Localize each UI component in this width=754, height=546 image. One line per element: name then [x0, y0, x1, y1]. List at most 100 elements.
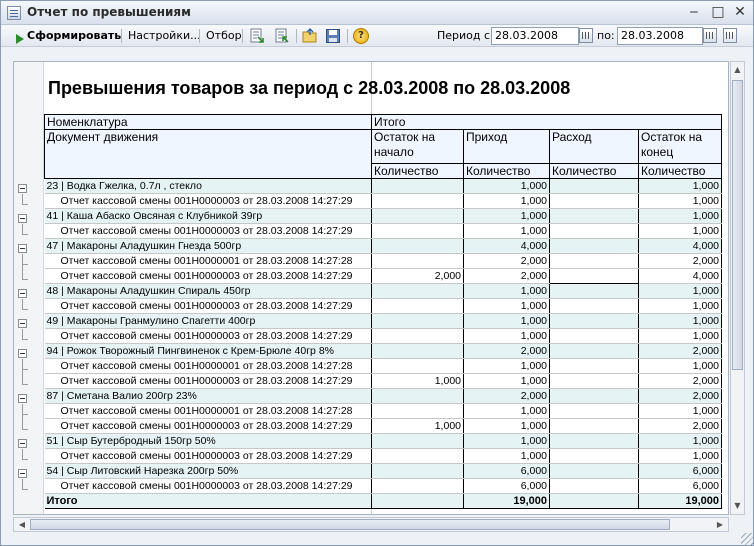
row-closing-qty: 1,000: [638, 328, 722, 344]
row-name: 87 | Сметана Валио 200гр 23%: [44, 388, 372, 404]
document-row[interactable]: Отчет кассовой смены 001Н0000003 от 28.0…: [44, 373, 722, 389]
collapse-group-icon[interactable]: [18, 289, 27, 298]
help-icon: ?: [358, 30, 364, 41]
group-row[interactable]: 48 | Макароны Аладушкин Спираль 450гр 1,0…: [44, 283, 722, 299]
filter-button[interactable]: Отбор: [206, 28, 242, 44]
document-row[interactable]: Отчет кассовой смены 001Н0000003 от 28.0…: [44, 418, 722, 434]
save-icon[interactable]: [325, 28, 341, 44]
row-expense-qty: [549, 193, 639, 209]
row-income-qty: 1,000: [463, 373, 550, 389]
row-closing-qty: 1,000: [638, 358, 722, 374]
row-closing-qty: 2,000: [638, 253, 722, 269]
row-expense-qty: [549, 178, 639, 194]
row-name: Отчет кассовой смены 001Н0000003 от 28.0…: [44, 328, 372, 344]
collapse-icon[interactable]: [274, 28, 290, 44]
generate-button-label: Сформировать: [27, 29, 122, 42]
resize-grip-icon[interactable]: [741, 533, 753, 545]
group-row[interactable]: 49 | Макароны Гранмулино Спагетти 400гр 1…: [44, 313, 722, 329]
row-name: Отчет кассовой смены 001Н0000003 от 28.0…: [44, 373, 372, 389]
row-name: 54 | Сыр Литовский Нарезка 200гр 50%: [44, 463, 372, 479]
open-folder-icon[interactable]: [302, 28, 318, 44]
row-name: 51 | Сыр Бутербродный 150гр 50%: [44, 433, 372, 449]
settings-button[interactable]: Настройки...: [128, 28, 201, 44]
horizontal-scrollbar[interactable]: ◀ ▶: [13, 517, 729, 532]
minimize-button[interactable]: ‒: [685, 4, 703, 21]
group-row[interactable]: 54 | Сыр Литовский Нарезка 200гр 50% 6,00…: [44, 463, 722, 479]
report-window-icon: [7, 6, 21, 20]
group-row[interactable]: 47 | Макароны Аладушкин Гнезда 500гр 4,00…: [44, 238, 722, 254]
document-row[interactable]: Отчет кассовой смены 001Н0000003 от 28.0…: [44, 298, 722, 314]
document-row[interactable]: Отчет кассовой смены 001Н0000003 от 28.0…: [44, 268, 722, 284]
collapse-group-icon[interactable]: [18, 214, 27, 223]
document-row[interactable]: Отчет кассовой смены 001Н0000001 от 28.0…: [44, 358, 722, 374]
row-opening-qty: [371, 343, 464, 359]
help-button[interactable]: ?: [353, 28, 369, 44]
period-from-calendar-icon[interactable]: [579, 28, 593, 43]
close-button[interactable]: ✕: [731, 4, 749, 21]
document-row[interactable]: Отчет кассовой смены 001Н0000001 от 28.0…: [44, 403, 722, 419]
group-row[interactable]: 51 | Сыр Бутербродный 150гр 50% 1,000 1,00…: [44, 433, 722, 449]
maximize-button[interactable]: □: [709, 4, 727, 21]
document-row[interactable]: Отчет кассовой смены 001Н0000003 от 28.0…: [44, 328, 722, 344]
document-row[interactable]: Отчет кассовой смены 001Н0000003 от 28.0…: [44, 193, 722, 209]
row-name: Отчет кассовой смены 001Н0000003 от 28.0…: [44, 478, 372, 494]
collapse-group-icon[interactable]: [18, 394, 27, 403]
collapse-group-icon[interactable]: [18, 439, 27, 448]
collapse-group-icon[interactable]: [18, 319, 27, 328]
document-row[interactable]: Отчет кассовой смены 001Н0000001 от 28.0…: [44, 253, 722, 269]
row-opening-qty: [371, 238, 464, 254]
group-row[interactable]: 94 | Рожок Творожный Пингвиненок с Крем-…: [44, 343, 722, 359]
scroll-right-icon[interactable]: ▶: [713, 518, 727, 531]
header-qty-closing: Количество: [638, 163, 722, 179]
window-title: Отчет по превышениям: [27, 5, 191, 19]
row-name: 94 | Рожок Творожный Пингвиненок с Крем-…: [44, 343, 372, 359]
row-opening-qty: [371, 223, 464, 239]
document-row[interactable]: Отчет кассовой смены 001Н0000003 от 28.0…: [44, 478, 722, 494]
period-select-button[interactable]: [723, 28, 737, 43]
vertical-scrollbar[interactable]: ▲ ▼: [730, 61, 745, 515]
expand-icon[interactable]: [249, 28, 265, 44]
period-from-input[interactable]: 28.03.2008: [491, 27, 579, 45]
row-expense-qty: [549, 313, 639, 329]
collapse-group-icon[interactable]: [18, 244, 27, 253]
row-closing-qty: 4,000: [638, 268, 722, 284]
row-closing-qty: 1,000: [638, 193, 722, 209]
collapse-group-icon[interactable]: [18, 184, 27, 193]
row-closing-qty: 1,000: [638, 223, 722, 239]
header-document: Документ движения: [44, 129, 372, 179]
row-name: Отчет кассовой смены 001Н0000001 от 28.0…: [44, 253, 372, 269]
collapse-group-icon[interactable]: [18, 469, 27, 478]
document-row[interactable]: Отчет кассовой смены 001Н0000003 от 28.0…: [44, 448, 722, 464]
period-from-label: Период с:: [437, 29, 494, 42]
header-total: Итого: [371, 114, 722, 130]
row-expense-qty: [549, 388, 639, 404]
group-row[interactable]: 23 | Водка Гжелка, 0.7л , стекло 1,000 1,0…: [44, 178, 722, 194]
row-closing-qty: 1,000: [638, 448, 722, 464]
row-opening-qty: [371, 253, 464, 269]
row-closing-qty: 2,000: [638, 418, 722, 434]
header-expense: Расход: [549, 129, 639, 164]
scroll-left-icon[interactable]: ◀: [15, 518, 29, 531]
total-income-qty: 19,000: [463, 493, 550, 509]
collapse-group-icon[interactable]: [18, 349, 27, 358]
row-expense-qty: [549, 253, 639, 269]
period-to-calendar-icon[interactable]: [703, 28, 717, 43]
row-income-qty: 1,000: [463, 403, 550, 419]
horizontal-scroll-thumb[interactable]: [30, 519, 670, 530]
row-expense-qty: [549, 358, 639, 374]
group-row[interactable]: 87 | Сметана Валио 200гр 23% 2,000 2,000: [44, 388, 722, 404]
document-row[interactable]: Отчет кассовой смены 001Н0000003 от 28.0…: [44, 223, 722, 239]
generate-button[interactable]: Сформировать: [5, 28, 122, 44]
row-income-qty: 1,000: [463, 283, 550, 299]
row-name: Отчет кассовой смены 001Н0000003 от 28.0…: [44, 298, 372, 314]
row-expense-qty: [549, 343, 639, 359]
scroll-down-icon[interactable]: ▼: [731, 499, 744, 513]
header-income: Приход: [463, 129, 550, 164]
group-row[interactable]: 41 | Каша Абаско Овсяная с Клубникой 39г…: [44, 208, 722, 224]
row-income-qty: 2,000: [463, 268, 550, 284]
period-to-input[interactable]: 28.03.2008: [617, 27, 703, 45]
scroll-up-icon[interactable]: ▲: [731, 63, 744, 77]
report-area[interactable]: Превышения товаров за период с 28.03.200…: [13, 61, 729, 515]
vertical-scroll-thumb[interactable]: [732, 80, 743, 370]
row-closing-qty: 1,000: [638, 403, 722, 419]
